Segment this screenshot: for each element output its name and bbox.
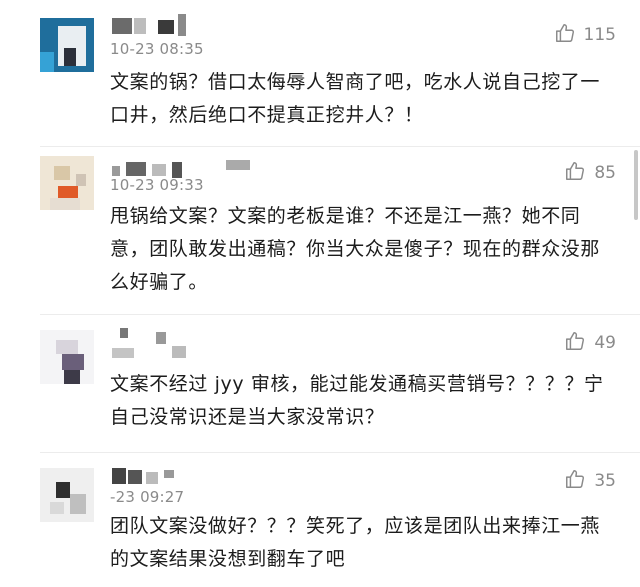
comment-text: 文案不经过 jyy 审核，能过能发通稿买营销号？？？？宁自己没常识还是当大家没常… bbox=[110, 373, 604, 428]
thumbs-up-icon bbox=[554, 22, 576, 48]
comment-time: -23 09:27 bbox=[110, 488, 185, 506]
like-button[interactable]: 49 bbox=[564, 330, 616, 356]
comment-text: 文案的锅？借口太侮辱人智商了吧，吃水人说自己挖了一口井，然后绝口不提真正挖井人？… bbox=[110, 71, 601, 126]
like-button[interactable]: 85 bbox=[564, 160, 616, 186]
thumbs-up-icon bbox=[564, 468, 586, 494]
like-count: 85 bbox=[594, 163, 616, 183]
avatar[interactable] bbox=[40, 18, 94, 72]
like-count: 49 bbox=[594, 333, 616, 353]
like-count: 35 bbox=[594, 471, 616, 491]
comment-text: 甩锅给文案？文案的老板是谁？不还是江一燕？她不同意，团队敢发出通稿？你当大众是傻… bbox=[110, 205, 601, 293]
comment-time: 10-23 08:35 bbox=[110, 40, 204, 58]
comment-text: 团队文案没做好？？？笑死了，应该是团队出来捧江一燕的文案结果没想到翻车了吧 bbox=[110, 515, 601, 570]
comment-item: 49 文案不经过 jyy 审核，能过能发通稿买营销号？？？？宁自己没常识还是当大… bbox=[0, 318, 640, 456]
comment-time: 10-23 09:33 bbox=[110, 176, 204, 194]
divider bbox=[40, 314, 640, 315]
comment-item: -23 09:27 35 团队文案没做好？？？笑死了，应该是团队出来捧江一燕的文… bbox=[0, 456, 640, 587]
like-button[interactable]: 35 bbox=[564, 468, 616, 494]
like-count: 115 bbox=[583, 25, 616, 45]
avatar[interactable] bbox=[40, 156, 94, 210]
divider bbox=[40, 452, 640, 453]
avatar[interactable] bbox=[40, 468, 94, 522]
thumbs-up-icon bbox=[564, 160, 586, 186]
divider bbox=[40, 146, 640, 147]
thumbs-up-icon bbox=[564, 330, 586, 356]
like-button[interactable]: 115 bbox=[554, 22, 616, 48]
comment-item: 10-23 09:33 85 甩锅给文案？文案的老板是谁？不还是江一燕？她不同意… bbox=[0, 150, 640, 310]
avatar[interactable] bbox=[40, 330, 94, 384]
scrollbar[interactable] bbox=[634, 150, 638, 220]
comment-item: 10-23 08:35 115 文案的锅？借口太侮辱人智商了吧，吃水人说自己挖了… bbox=[0, 0, 640, 150]
